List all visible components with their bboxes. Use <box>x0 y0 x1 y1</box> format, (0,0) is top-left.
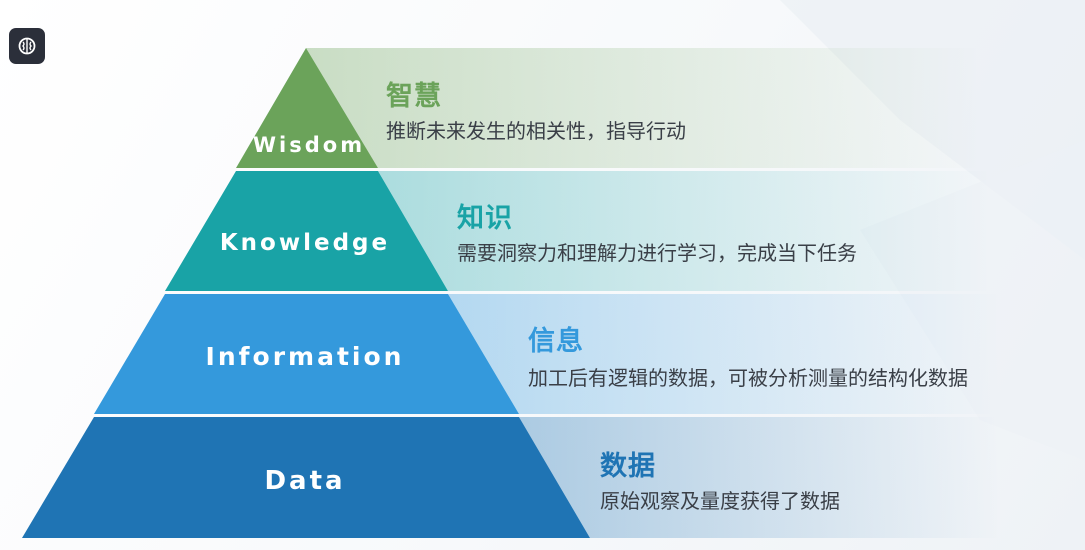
tier-label-data: Data <box>264 466 345 496</box>
tier-title-wisdom: 智慧 <box>386 81 442 112</box>
pyramid-graphic: Wisdom Knowledge Information Data <box>22 0 1085 538</box>
tier-label-knowledge: Knowledge <box>220 230 390 256</box>
tier-title-data: 数据 <box>600 451 656 482</box>
tier-desc-information: 加工后有逻辑的数据，可被分析测量的结构化数据 <box>528 366 968 390</box>
tier-label-wisdom: Wisdom <box>253 133 365 157</box>
tier-title-knowledge: 知识 <box>457 203 513 234</box>
tier-desc-wisdom: 推断未来发生的相关性，指导行动 <box>386 119 686 143</box>
dikw-pyramid-slide: Wisdom Knowledge Information Data 智慧 推断未… <box>0 0 1085 550</box>
tier-desc-knowledge: 需要洞察力和理解力进行学习，完成当下任务 <box>457 241 857 265</box>
tier-desc-data: 原始观察及量度获得了数据 <box>600 489 840 513</box>
band-data <box>519 417 1000 538</box>
tier-title-information: 信息 <box>528 326 584 357</box>
tier-label-information: Information <box>206 342 405 371</box>
